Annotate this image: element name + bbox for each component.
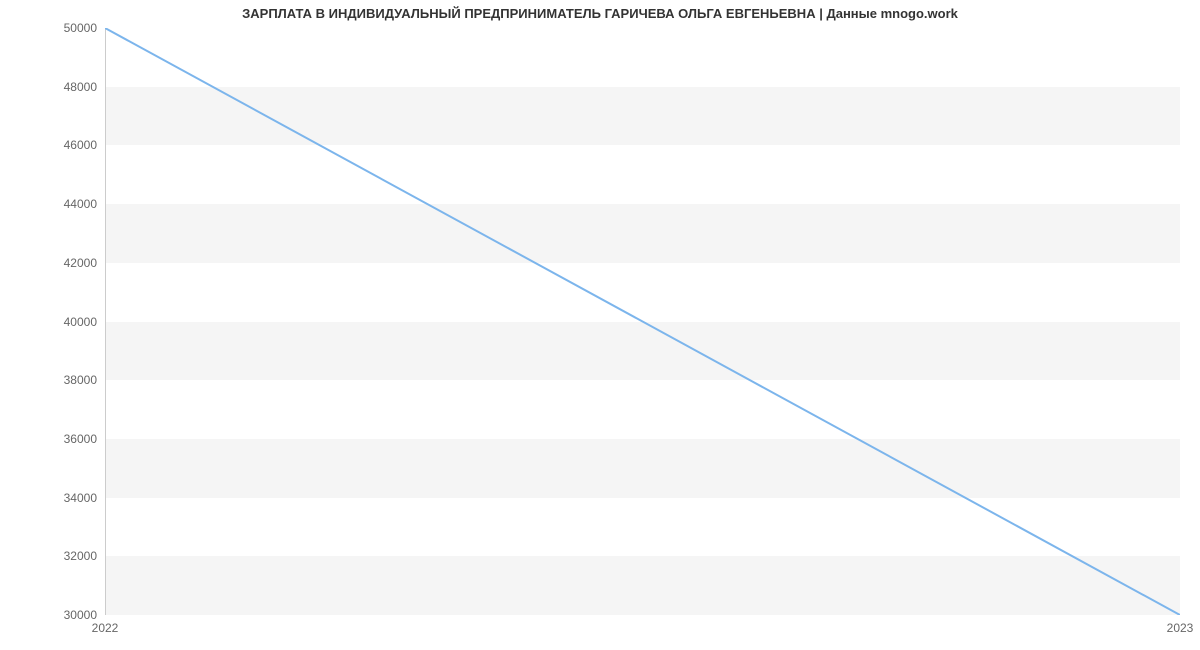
y-tick-label: 38000	[64, 373, 97, 387]
plot-area: 3000032000340003600038000400004200044000…	[105, 28, 1180, 615]
y-tick-label: 34000	[64, 491, 97, 505]
x-tick-label: 2022	[92, 621, 119, 635]
y-tick-label: 40000	[64, 315, 97, 329]
y-tick-label: 50000	[64, 21, 97, 35]
y-tick-label: 44000	[64, 197, 97, 211]
chart-container: ЗАРПЛАТА В ИНДИВИДУАЛЬНЫЙ ПРЕДПРИНИМАТЕЛ…	[0, 0, 1200, 650]
chart-title: ЗАРПЛАТА В ИНДИВИДУАЛЬНЫЙ ПРЕДПРИНИМАТЕЛ…	[0, 6, 1200, 21]
y-tick-label: 48000	[64, 80, 97, 94]
y-tick-label: 30000	[64, 608, 97, 622]
chart-line-svg	[105, 28, 1180, 615]
y-tick-label: 42000	[64, 256, 97, 270]
series-line	[105, 28, 1180, 615]
y-tick-label: 46000	[64, 138, 97, 152]
y-tick-label: 32000	[64, 549, 97, 563]
x-tick-label: 2023	[1167, 621, 1194, 635]
y-tick-label: 36000	[64, 432, 97, 446]
